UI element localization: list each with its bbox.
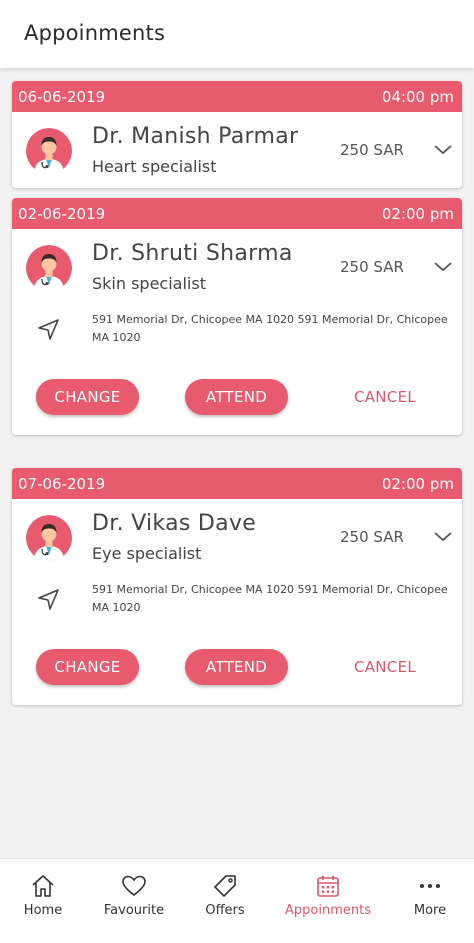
doctor-name: Dr. Shruti Sharma [92, 241, 293, 266]
appointment-time: 02:00 pm [381, 204, 454, 223]
doctor-avatar [26, 515, 72, 561]
doctor-specialty: Skin specialist [92, 274, 206, 293]
address-row: 591 Memorial Dr, Chicopee MA 1020 591 Me… [12, 575, 462, 645]
nav-item-home[interactable]: Home [8, 859, 78, 943]
appointment-actions: CHANGE ATTEND CANCEL [12, 645, 462, 705]
address-row: 591 Memorial Dr, Chicopee MA 1020 591 Me… [12, 305, 462, 375]
doctor-row[interactable]: Dr. Shruti Sharma Skin specialist 250 SA… [12, 229, 462, 305]
chevron-down-icon[interactable] [432, 259, 454, 275]
nav-item-offers[interactable]: Offers [190, 859, 260, 943]
chevron-down-icon[interactable] [432, 529, 454, 545]
doctor-row[interactable]: Dr. Manish Parmar Heart specialist 250 S… [12, 112, 462, 188]
doctor-name: Dr. Vikas Dave [92, 511, 257, 536]
nav-label: Home [23, 903, 63, 918]
nav-label: Appoinments [285, 903, 371, 918]
appointment-date: 02-06-2019 [18, 204, 106, 223]
change-button[interactable]: CHANGE [36, 649, 139, 685]
address-text: 591 Memorial Dr, Chicopee MA 1020 591 Me… [92, 313, 448, 344]
change-button[interactable]: CHANGE [36, 379, 139, 415]
consultation-fee: 250 SAR [340, 528, 404, 546]
attend-button[interactable]: ATTEND [185, 649, 288, 685]
doctor-specialty: Eye specialist [92, 544, 202, 563]
cancel-button[interactable]: CANCEL [342, 379, 428, 415]
appointment-time: 04:00 pm [381, 87, 454, 106]
page-title: Appoinments [24, 21, 166, 45]
navigation-arrow-icon[interactable] [36, 587, 62, 613]
appointment-card: 06-06-2019 04:00 pm Dr. Manish Parmar He… [12, 81, 462, 188]
doctor-name: Dr. Manish Parmar [92, 124, 299, 149]
attend-button[interactable]: ATTEND [185, 379, 288, 415]
cancel-button[interactable]: CANCEL [342, 649, 428, 685]
nav-item-favourite[interactable]: Favourite [96, 859, 172, 943]
bottom-nav: Home Favourite Offers Appoinments More [0, 858, 474, 943]
appointment-card: 07-06-2019 02:00 pm Dr. Vikas Dave Eye s… [12, 468, 462, 705]
doctor-specialty: Heart specialist [92, 157, 217, 176]
appointment-card-header: 06-06-2019 04:00 pm [12, 81, 462, 112]
nav-item-more[interactable]: More [396, 859, 464, 943]
consultation-fee: 250 SAR [340, 141, 404, 159]
appointment-time: 02:00 pm [381, 474, 454, 493]
nav-label: More [413, 903, 447, 918]
more-icon [420, 884, 440, 888]
home-icon [32, 875, 54, 897]
app-header: Appoinments [0, 0, 474, 68]
calendar-icon [317, 875, 339, 897]
address-text: 591 Memorial Dr, Chicopee MA 1020 591 Me… [92, 583, 448, 614]
heart-icon [122, 875, 146, 897]
appointment-actions: CHANGE ATTEND CANCEL [12, 375, 462, 435]
appointment-card: 02-06-2019 02:00 pm Dr. Shruti Sharma Sk… [12, 198, 462, 435]
appointment-date: 07-06-2019 [18, 474, 106, 493]
appointment-card-header: 02-06-2019 02:00 pm [12, 198, 462, 229]
appointment-date: 06-06-2019 [18, 87, 106, 106]
nav-label: Favourite [103, 903, 165, 918]
chevron-down-icon[interactable] [432, 142, 454, 158]
consultation-fee: 250 SAR [340, 258, 404, 276]
nav-label: Offers [205, 903, 245, 918]
doctor-row[interactable]: Dr. Vikas Dave Eye specialist 250 SAR [12, 499, 462, 575]
appointment-card-header: 07-06-2019 02:00 pm [12, 468, 462, 499]
nav-item-appointments[interactable]: Appoinments [278, 859, 378, 943]
tag-icon [214, 875, 236, 897]
navigation-arrow-icon[interactable] [36, 317, 62, 343]
doctor-avatar [26, 245, 72, 291]
doctor-avatar [26, 128, 72, 174]
